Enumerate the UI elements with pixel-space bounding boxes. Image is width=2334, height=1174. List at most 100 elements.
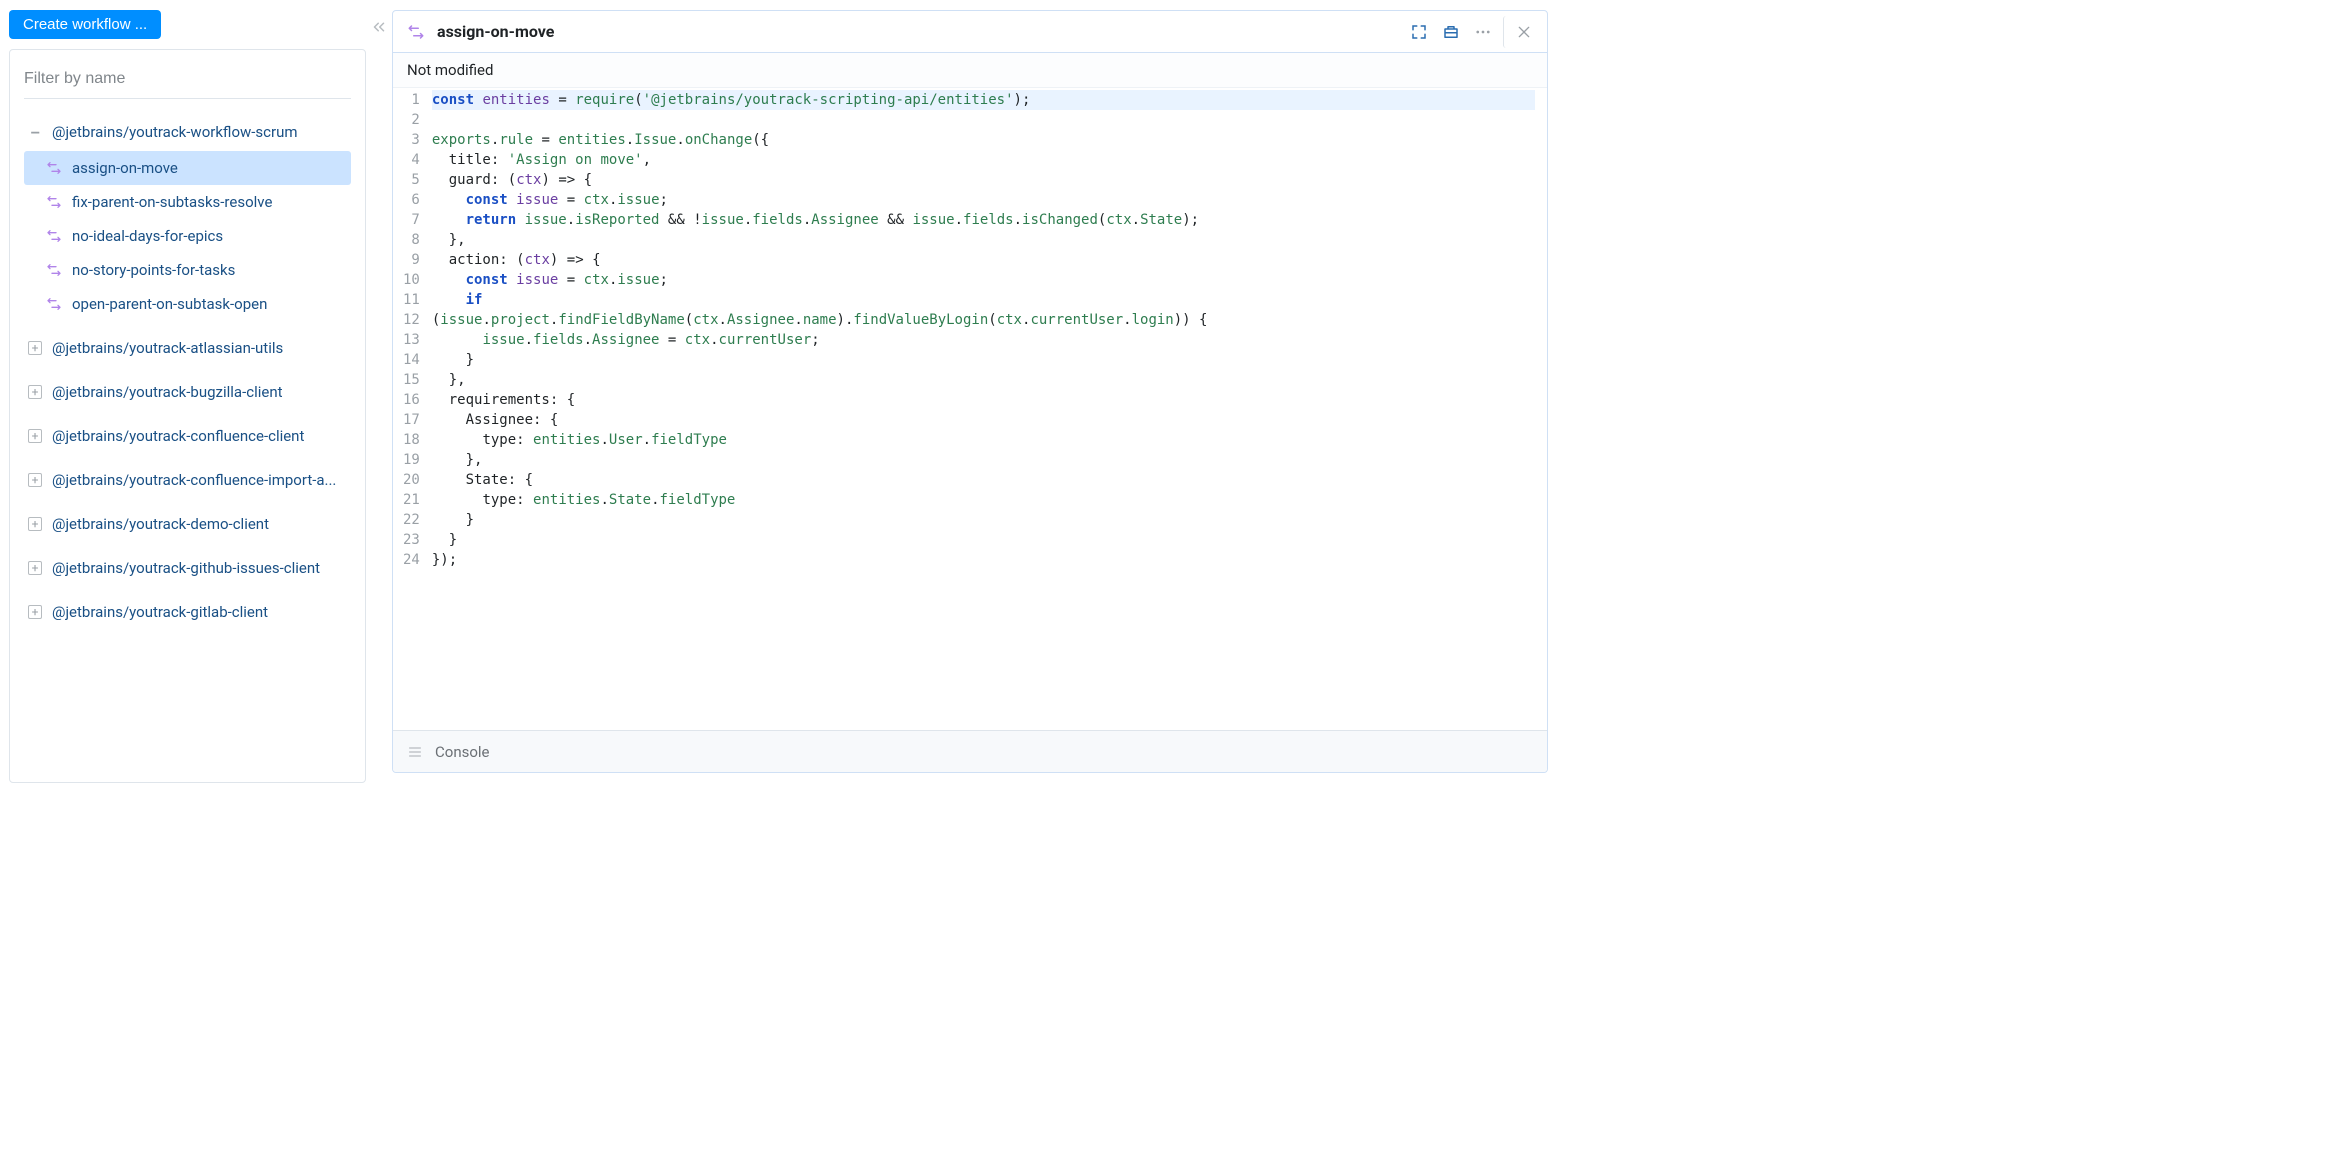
tree-group-label: @jetbrains/youtrack-bugzilla-client <box>52 383 283 401</box>
code-line[interactable]: action: (ctx) => { <box>432 250 1535 270</box>
code-line[interactable]: issue.fields.Assignee = ctx.currentUser; <box>432 330 1535 350</box>
code-line[interactable]: exports.rule = entities.Issue.onChange({ <box>432 130 1535 150</box>
collapse-icon: – <box>28 125 42 139</box>
tree-rule-label: assign-on-move <box>72 159 178 177</box>
expand-icon: + <box>28 341 42 355</box>
tree-group-collapsed[interactable]: + @jetbrains/youtrack-demo-client <box>24 507 351 541</box>
more-button[interactable] <box>1467 16 1499 48</box>
code-line[interactable]: return issue.isReported && !issue.fields… <box>432 210 1535 230</box>
code-line[interactable]: guard: (ctx) => { <box>432 170 1535 190</box>
code-line[interactable]: } <box>432 350 1535 370</box>
more-horizontal-icon <box>1474 23 1492 41</box>
code-line[interactable]: } <box>432 510 1535 530</box>
line-number: 20 <box>403 470 420 490</box>
line-number: 5 <box>403 170 420 190</box>
line-number: 21 <box>403 490 420 510</box>
line-number: 8 <box>403 230 420 250</box>
tree-group-collapsed[interactable]: + @jetbrains/youtrack-atlassian-utils <box>24 331 351 365</box>
workflow-tree-panel: – @jetbrains/youtrack-workflow-scrum ass… <box>9 49 366 783</box>
code-line[interactable]: const entities = require('@jetbrains/you… <box>432 90 1535 110</box>
line-number: 16 <box>403 390 420 410</box>
fullscreen-button[interactable] <box>1403 16 1435 48</box>
filter-input[interactable] <box>24 64 351 99</box>
code-line[interactable]: Assignee: { <box>432 410 1535 430</box>
tree-group-collapsed[interactable]: +@jetbrains/youtrack-github-issues-clien… <box>24 551 351 585</box>
line-gutter: 123456789101112131415161718192021222324 <box>393 88 428 730</box>
fullscreen-icon <box>1410 23 1428 41</box>
code-line[interactable]: (issue.project.findFieldByName(ctx.Assig… <box>432 310 1535 330</box>
line-number: 3 <box>403 130 420 150</box>
editor-title: assign-on-move <box>437 22 1403 41</box>
line-number: 9 <box>403 250 420 270</box>
collapse-sidebar-button[interactable] <box>366 0 392 783</box>
code-line[interactable]: const issue = ctx.issue; <box>432 270 1535 290</box>
tree-rule-label: no-ideal-days-for-epics <box>72 227 223 245</box>
line-number: 2 <box>403 110 420 130</box>
tree-group-collapsed[interactable]: +@jetbrains/youtrack-confluence-client <box>24 419 351 453</box>
code-line[interactable]: title: 'Assign on move', <box>432 150 1535 170</box>
editor-pane: assign-on-move Not modified 123456789101… <box>392 10 1548 773</box>
tree-group-collapsed[interactable]: +@jetbrains/youtrack-confluence-import-a… <box>24 463 351 497</box>
line-number: 14 <box>403 350 420 370</box>
code-line[interactable] <box>432 110 1535 130</box>
tree-group-label: @jetbrains/youtrack-confluence-import-a.… <box>52 471 336 489</box>
expand-icon: + <box>28 605 42 619</box>
tree-rule-item[interactable]: assign-on-move <box>24 151 351 185</box>
code-line[interactable]: }, <box>432 450 1535 470</box>
chevron-double-left-icon <box>370 18 388 36</box>
line-number: 18 <box>403 430 420 450</box>
editor-header: assign-on-move <box>393 11 1547 53</box>
code-line[interactable]: } <box>432 530 1535 550</box>
workflow-rule-icon <box>407 23 425 41</box>
code-line[interactable]: const issue = ctx.issue; <box>432 190 1535 210</box>
expand-icon: + <box>28 517 42 531</box>
tree-group-expanded[interactable]: – @jetbrains/youtrack-workflow-scrum <box>24 115 351 149</box>
console-label: Console <box>435 743 490 761</box>
code-line[interactable]: type: entities.User.fieldType <box>432 430 1535 450</box>
tree-rule-item[interactable]: open-parent-on-subtask-open <box>24 287 351 321</box>
code-editor[interactable]: 123456789101112131415161718192021222324 … <box>393 88 1547 730</box>
tree-rule-item[interactable]: no-ideal-days-for-epics <box>24 219 351 253</box>
line-number: 17 <box>403 410 420 430</box>
tree-group-label: @jetbrains/youtrack-workflow-scrum <box>52 123 298 141</box>
expand-icon: + <box>28 561 42 575</box>
tree-rule-label: open-parent-on-subtask-open <box>72 295 267 313</box>
workflow-rule-icon <box>46 296 62 312</box>
tree-rule-label: fix-parent-on-subtasks-resolve <box>72 193 272 211</box>
code-line[interactable]: State: { <box>432 470 1535 490</box>
line-number: 13 <box>403 330 420 350</box>
console-toggle[interactable]: Console <box>393 730 1547 772</box>
tree-group-label: @jetbrains/youtrack-demo-client <box>52 515 269 533</box>
tree-group-collapsed[interactable]: +@jetbrains/youtrack-bugzilla-client <box>24 375 351 409</box>
tree-rule-item[interactable]: no-story-points-for-tasks <box>24 253 351 287</box>
code-line[interactable]: type: entities.State.fieldType <box>432 490 1535 510</box>
code-line[interactable]: }, <box>432 230 1535 250</box>
close-button[interactable] <box>1503 16 1539 48</box>
tree-group-label: @jetbrains/youtrack-atlassian-utils <box>52 339 283 357</box>
tree-collapsed-groups: +@jetbrains/youtrack-atlassian-utils+@je… <box>24 331 351 629</box>
tree-rule-item[interactable]: fix-parent-on-subtasks-resolve <box>24 185 351 219</box>
line-number: 7 <box>403 210 420 230</box>
line-number: 24 <box>403 550 420 570</box>
tree-group-label: @jetbrains/youtrack-gitlab-client <box>52 603 268 621</box>
create-workflow-button[interactable]: Create workflow ... <box>9 10 161 39</box>
toolbox-icon <box>1442 23 1460 41</box>
toolbox-button[interactable] <box>1435 16 1467 48</box>
line-number: 6 <box>403 190 420 210</box>
tree-group-collapsed[interactable]: + @jetbrains/youtrack-gitlab-client <box>24 595 351 629</box>
code-content[interactable]: const entities = require('@jetbrains/you… <box>428 88 1547 730</box>
line-number: 11 <box>403 290 420 310</box>
line-number: 12 <box>403 310 420 330</box>
tree-children: assign-on-move fix-parent-on-subtasks-res… <box>24 151 351 321</box>
line-number: 22 <box>403 510 420 530</box>
code-line[interactable]: }, <box>432 370 1535 390</box>
code-line[interactable]: requirements: { <box>432 390 1535 410</box>
line-number: 10 <box>403 270 420 290</box>
code-line[interactable]: }); <box>432 550 1535 570</box>
workflow-rule-icon <box>46 160 62 176</box>
line-number: 1 <box>403 90 420 110</box>
code-line[interactable]: if <box>432 290 1535 310</box>
expand-icon: + <box>28 429 42 443</box>
line-number: 15 <box>403 370 420 390</box>
sidebar: Create workflow ... – @jetbrains/youtrac… <box>0 0 366 783</box>
